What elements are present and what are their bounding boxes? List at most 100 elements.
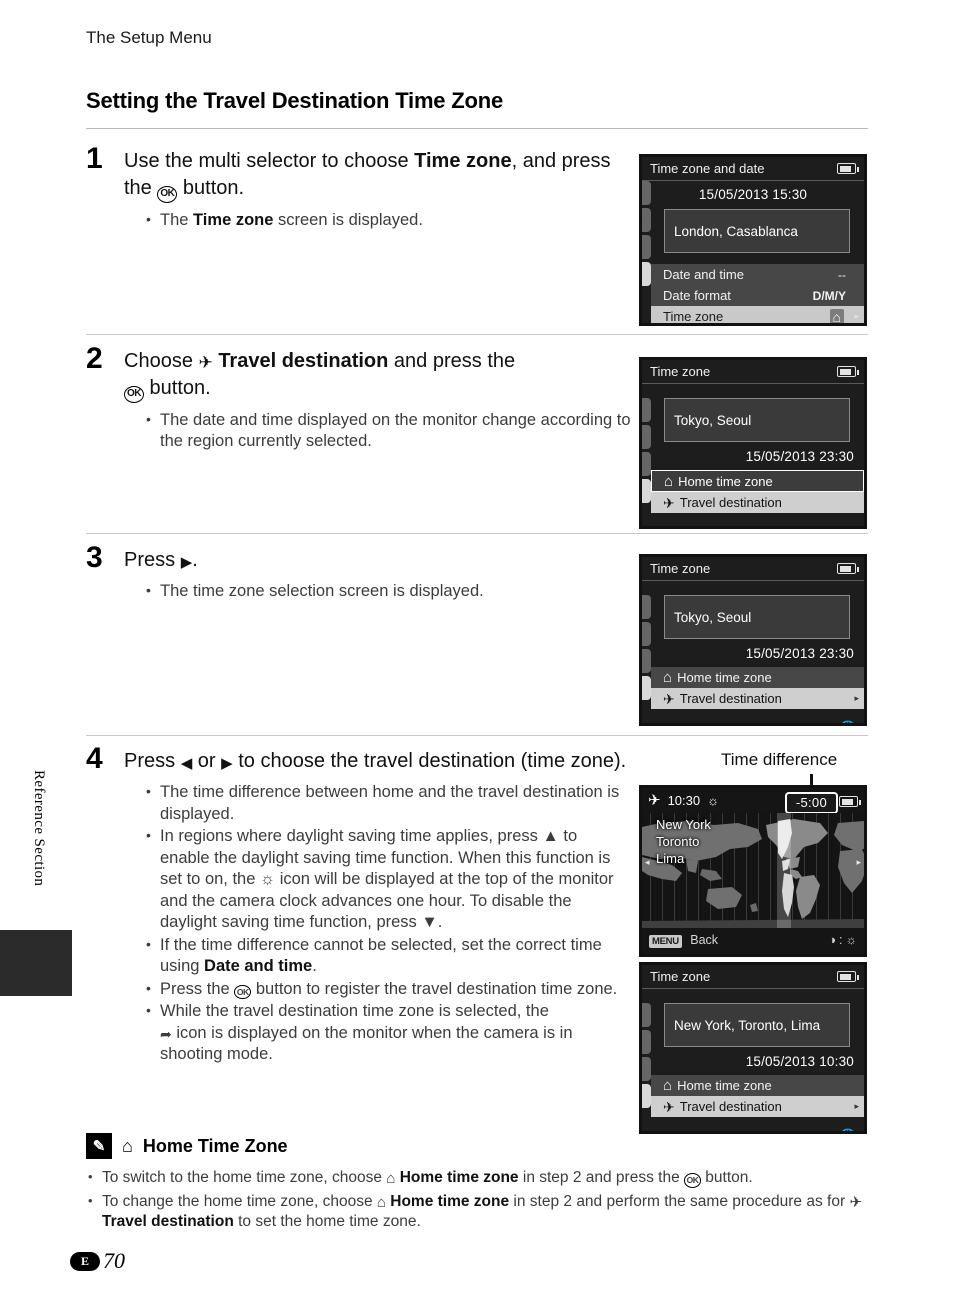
home-icon: ⌂ — [122, 1136, 133, 1156]
menu-row-home-time-zone[interactable]: ⌂ Home time zone — [651, 1075, 864, 1096]
page-footer: E 70 — [70, 1248, 125, 1274]
menu-row-label: Travel destination — [679, 1099, 782, 1114]
airplane-icon: ✈ — [198, 353, 213, 372]
step-4-text-d: to choose the travel destination (time z… — [232, 750, 627, 772]
step-1-text-b: Time zone — [414, 150, 512, 172]
step-2-text-a: Choose — [124, 350, 199, 372]
city-display: Tokyo, Seoul — [664, 398, 850, 442]
side-tab-2 — [642, 208, 651, 232]
step-3: 3 Press ▶. The time zone selection scree… — [86, 541, 631, 604]
list-item: The date and time displayed on the monit… — [146, 409, 631, 453]
page-number: 70 — [103, 1248, 125, 1273]
back-control[interactable]: MENU Back — [649, 933, 718, 948]
bullet-text-a: While the travel destination time zone i… — [160, 1002, 549, 1020]
world-map[interactable]: New York Toronto Lima ◂ ▸ — [642, 813, 864, 928]
bullet-text-c: . — [312, 957, 317, 975]
step-2-text-c: and press the — [388, 350, 516, 372]
step-2-number: 2 — [86, 342, 103, 375]
screen-time-zone-travel-highlight: Time zone Tokyo, Seoul 15/05/2013 23:30 … — [639, 554, 867, 726]
side-tab-4 — [642, 262, 651, 286]
battery-icon — [839, 796, 861, 807]
right-arrow-icon[interactable]: ▸ — [856, 857, 861, 868]
menu-row-travel-destination[interactable]: ✈ Travel destination ▸ — [651, 688, 864, 709]
city-name: Toronto — [656, 834, 700, 849]
note-text-c: in step 2 and press the — [518, 1169, 684, 1186]
airplane-icon: ✈ — [764, 526, 776, 529]
step-3-heading: Press ▶. — [124, 547, 631, 574]
screen-title-bar: Time zone — [642, 965, 864, 989]
bullet-text: The time difference between home and the… — [160, 783, 620, 823]
menu-row-travel-destination[interactable]: ✈ Travel destination — [651, 492, 864, 513]
step-4: 4 Press ◀ or ▶ to choose the travel dest… — [86, 742, 631, 1067]
side-tab-3 — [642, 1057, 651, 1081]
note-text-d: button. — [701, 1169, 753, 1186]
side-tab-3 — [642, 235, 651, 259]
reference-mark-icon: E — [70, 1251, 100, 1271]
list-item: Press the OK button to register the trav… — [146, 978, 631, 1001]
chevron-right-icon: ▸ — [854, 693, 859, 703]
title-divider — [86, 128, 868, 129]
menu-row-home-time-zone[interactable]: ⌂ Home time zone — [651, 667, 864, 688]
menu-row-travel-destination[interactable]: ✈ Travel destination ▸ — [651, 1096, 864, 1117]
step-3-bullets: The time zone selection screen is displa… — [146, 580, 631, 603]
dst-icon: ☼ — [845, 933, 857, 947]
step-1-number: 1 — [86, 142, 103, 175]
right-triangle-icon: ▶ — [180, 554, 193, 571]
note-title: Home Time Zone — [142, 1135, 288, 1156]
menu-row-label: Home time zone — [677, 670, 772, 685]
time-difference-callout-label: Time difference — [721, 750, 838, 769]
menu-row-label: Date and time — [663, 267, 744, 282]
section-divider — [86, 533, 868, 534]
step-2-text-d: button. — [144, 377, 211, 399]
menu-row[interactable]: Date and time -- — [651, 264, 864, 285]
map-hint: ◑ : ☼ — [828, 933, 857, 947]
battery-icon — [837, 971, 859, 982]
note-text-b2: Travel destination — [102, 1213, 234, 1230]
menu-row-label: Time zone — [663, 309, 724, 324]
side-tab-strip — [642, 181, 651, 323]
step-4-number: 4 — [86, 742, 103, 775]
step-4-bullets: The time difference between home and the… — [146, 781, 631, 1066]
step-3-text-d: . — [192, 549, 198, 571]
left-arrow-icon[interactable]: ◂ — [645, 857, 650, 868]
side-tab-3 — [642, 452, 651, 476]
home-icon: ⌂ — [376, 1193, 386, 1211]
step-2-text-b: Travel destination — [218, 350, 389, 372]
screen-time-zone-select: Time zone Tokyo, Seoul 15/05/2013 23:30 … — [639, 357, 867, 529]
hint-bar: OK : ✈ — [642, 526, 864, 529]
side-tab-1 — [642, 1003, 651, 1027]
city-list: New York Toronto Lima — [656, 816, 711, 867]
menu-row-time-zone[interactable]: Time zone ⌂ ▸ — [651, 306, 864, 324]
step-4-text-mid: or — [192, 750, 222, 772]
screen-title: Time zone and date — [650, 161, 765, 176]
ok-button-icon: OK — [157, 185, 178, 203]
bullet-text-b: Date and time — [204, 957, 313, 975]
note-text-b: Home time zone — [390, 1192, 510, 1210]
bullet-text-a: In regions where daylight saving time ap… — [160, 827, 543, 845]
side-tab-strip — [642, 398, 651, 526]
home-icon: ⌂ — [829, 308, 844, 323]
section-divider — [86, 334, 868, 335]
menu-row[interactable]: Date format D/M/Y — [651, 285, 864, 306]
bullet-text-c: screen is displayed. — [273, 210, 423, 229]
note-bullets: To switch to the home time zone, choose … — [86, 1167, 876, 1233]
step-1-text-d: button. — [177, 177, 245, 199]
step-1-bullets: The Time zone screen is displayed. — [146, 209, 631, 232]
bullet-text: The time zone selection screen is displa… — [160, 582, 484, 600]
screen-title-bar: Time zone — [642, 557, 864, 581]
home-icon: ⌂ — [386, 1170, 396, 1187]
home-icon: ⌂ — [663, 1077, 673, 1094]
list-item: While the travel destination time zone i… — [146, 1000, 631, 1066]
bullet-text-e: . — [437, 913, 443, 931]
screen-body: New York, Toronto, Lima 15/05/2013 10:30… — [642, 1003, 864, 1131]
city-name: New York — [656, 817, 711, 832]
side-tab-1 — [642, 398, 651, 422]
battery-icon — [837, 163, 859, 174]
time-display: 10:30 — [667, 793, 701, 808]
menu-row-label: Home time zone — [678, 473, 773, 489]
city-display: London, Casablanca — [664, 209, 850, 253]
menu-row-home-time-zone[interactable]: ⌂ Home time zone — [651, 470, 864, 492]
city-display: New York, Toronto, Lima — [664, 1003, 850, 1047]
side-tab-1 — [642, 595, 651, 619]
bullet-text-b: Time zone — [193, 210, 274, 229]
